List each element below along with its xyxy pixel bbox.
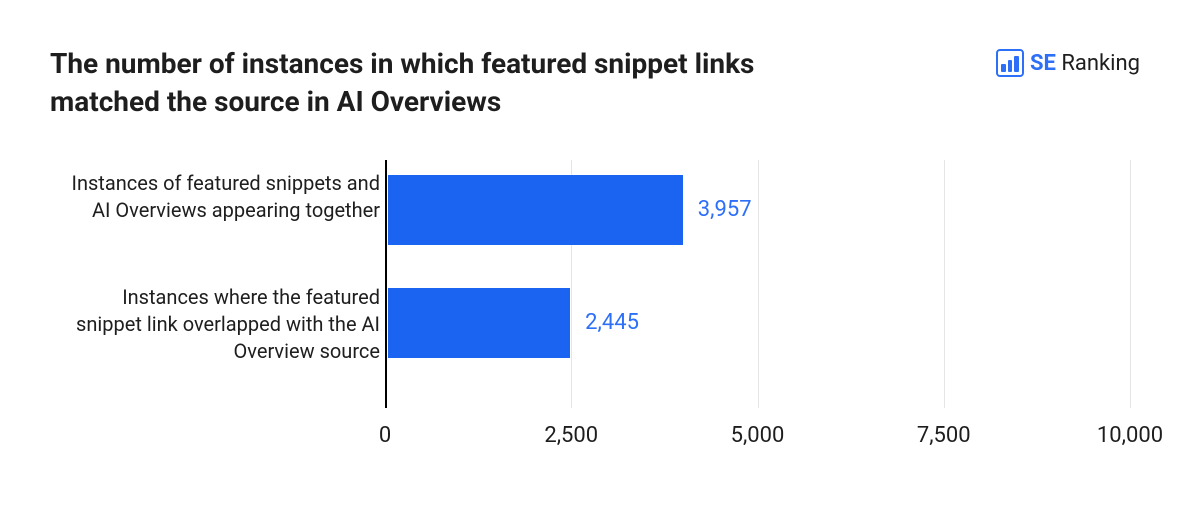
x-tick-label: 7,500 [917, 423, 971, 448]
bar-value-label: 2,445 [585, 310, 639, 335]
gridline [1130, 160, 1131, 408]
y-axis-line [385, 160, 387, 408]
brand-logo: SE Ranking [996, 49, 1140, 77]
bar [388, 288, 570, 358]
x-tick-label: 5,000 [731, 423, 785, 448]
gridline [758, 160, 759, 408]
bar [388, 175, 683, 245]
bar-chart-icon [996, 49, 1024, 77]
x-tick-label: 2,500 [544, 423, 598, 448]
x-tick-label: 0 [379, 423, 391, 448]
bar-value-label: 3,957 [698, 197, 752, 222]
plot-area: 3,957 2,445 [385, 160, 1130, 408]
chart-title: The number of instances in which feature… [50, 45, 800, 121]
brand-name: SE Ranking [1030, 51, 1140, 76]
category-label: Instances where the featured snippet lin… [70, 284, 380, 365]
chart-area: 3,957 2,445 Instances of featured snippe… [50, 160, 1140, 448]
x-tick-label: 10,000 [1097, 423, 1163, 448]
category-label: Instances of featured snippets and AI Ov… [70, 170, 380, 224]
gridline [944, 160, 945, 408]
